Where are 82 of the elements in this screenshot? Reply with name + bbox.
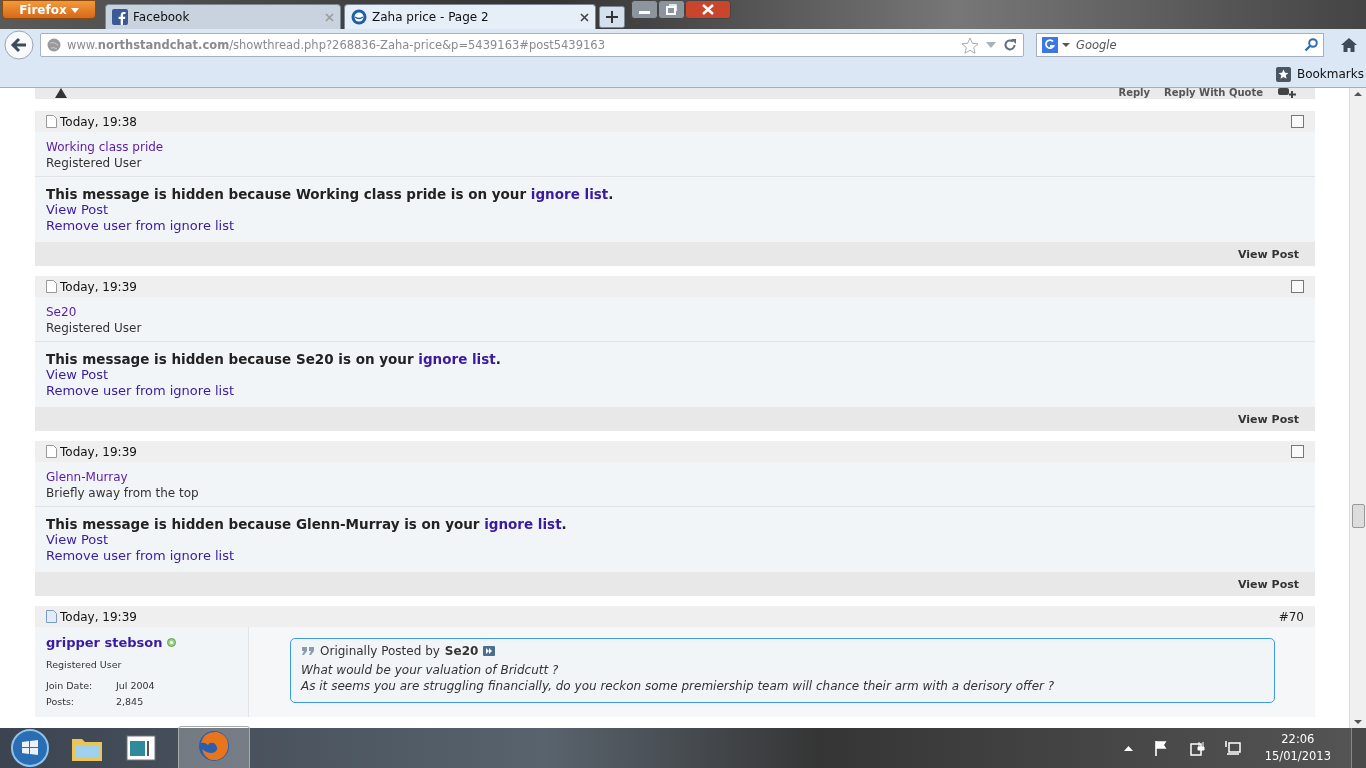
post-date: Today, 19:39	[60, 279, 137, 294]
browser-tab[interactable]: Facebook	[105, 4, 341, 29]
username-link[interactable]: Glenn-Murray	[46, 469, 128, 485]
letter-g-icon	[1042, 37, 1058, 53]
flag-icon[interactable]	[1152, 740, 1169, 756]
reload-icon[interactable]	[1003, 38, 1017, 52]
post-date: Today, 19:38	[60, 114, 137, 129]
user-title: Registered User	[46, 320, 143, 336]
toolbar-link[interactable]: Reply	[1118, 88, 1151, 98]
home-icon[interactable]	[1340, 37, 1358, 53]
remove-from-ignore-link[interactable]: Remove user from ignore list	[46, 218, 235, 234]
view-post-link[interactable]: View Post	[46, 202, 109, 218]
view-post-link[interactable]: View Post	[46, 532, 109, 548]
quote-attribution: Originally Posted by	[320, 644, 440, 658]
document-icon	[46, 610, 57, 623]
up-arrow-icon[interactable]	[1123, 745, 1133, 751]
browser-tab[interactable]: Zaha price - Page 2	[344, 4, 596, 29]
bookmarks-button[interactable]: Bookmarks	[1275, 66, 1366, 82]
tab-title: Facebook	[133, 10, 191, 24]
star-icon	[1275, 66, 1291, 82]
caret-icon	[70, 7, 79, 14]
post-date: Today, 19:39	[60, 609, 137, 624]
checkbox[interactable]	[1291, 445, 1304, 458]
globe-icon	[47, 38, 61, 52]
quote-text: What would be your valuation of Bridcutt ?	[301, 662, 559, 678]
username-link[interactable]: Se20	[46, 304, 77, 320]
user-title: Briefly away from the top	[46, 485, 200, 501]
window-preview-icon[interactable]	[124, 733, 158, 763]
letter-f-icon	[112, 9, 128, 25]
post-date: Today, 19:39	[60, 444, 137, 459]
dropdown-arrow-icon[interactable]	[1062, 42, 1070, 48]
user-title: Registered User	[46, 155, 143, 171]
document-icon	[46, 115, 57, 128]
close-icon[interactable]	[580, 12, 589, 22]
toolbar-link[interactable]: Reply With Quote	[1164, 88, 1263, 98]
quote-marks-icon	[301, 646, 315, 656]
quote-text: As it seems you are struggling financially, do you reckon some premiership team will chance their arm with a derisory offer ?	[301, 678, 1055, 694]
document-icon	[46, 280, 57, 293]
speech-bubble-plus-icon[interactable]	[1277, 88, 1297, 99]
network-icon[interactable]	[1224, 740, 1241, 756]
detail-value: 2,845	[116, 695, 144, 709]
tab-title: Zaha price - Page 2	[372, 10, 490, 24]
remove-from-ignore-link[interactable]: Remove user from ignore list	[46, 548, 235, 564]
search-field[interactable]: Google	[1036, 33, 1324, 57]
document-icon	[46, 445, 57, 458]
ignore-list-link[interactable]: ignore list	[418, 351, 496, 367]
search-icon[interactable]	[1304, 38, 1318, 52]
detail-value: Jul 2004	[116, 679, 155, 693]
address-field[interactable]: www.northstandchat.com/showthread.php?268836-Zaha-price&p=5439163#post5439163	[40, 33, 1024, 57]
user-title: Registered User	[46, 659, 122, 670]
clock-date: 15/01/2013	[1264, 748, 1331, 765]
checkbox[interactable]	[1291, 115, 1304, 128]
hidden-message-text: This message is hidden because Se20 is on your ignore list.	[46, 351, 501, 367]
quote-author: Se20	[444, 644, 479, 658]
view-post-link[interactable]: View Post	[1238, 247, 1299, 261]
hidden-message-text: This message is hidden because Glenn-Murray is on your ignore list.	[46, 516, 567, 532]
view-post-link[interactable]: View Post	[1238, 412, 1299, 426]
ignore-list-link[interactable]: ignore list	[530, 186, 609, 202]
detail-label: Posts:	[46, 695, 76, 709]
checkbox[interactable]	[1291, 280, 1304, 293]
scrollbar-thumb[interactable]	[1352, 504, 1365, 528]
detail-label: Join Date:	[46, 679, 94, 693]
view-post-link[interactable]: View Post	[46, 367, 109, 383]
round-badge-icon	[351, 9, 367, 25]
view-post-link[interactable]: View Post	[1238, 577, 1299, 591]
close-icon[interactable]	[685, 0, 731, 19]
remove-from-ignore-link[interactable]: Remove user from ignore list	[46, 383, 235, 399]
restore-icon[interactable]	[658, 0, 685, 19]
vertical-scrollbar[interactable]	[1349, 88, 1366, 728]
ignore-list-link[interactable]: ignore list	[484, 516, 562, 532]
username-link[interactable]: Working class pride	[46, 139, 164, 155]
hidden-message-text: This message is hidden because Working class pride is on your ignore list.	[46, 186, 614, 202]
view-post-arrow-icon[interactable]	[483, 646, 496, 656]
clock-time: 22:06	[1281, 731, 1315, 748]
power-plug-icon[interactable]	[1188, 740, 1205, 756]
star-icon[interactable]	[961, 36, 979, 54]
minimize-icon[interactable]	[631, 0, 658, 19]
username-link[interactable]: gripper stebson	[46, 635, 163, 650]
post-number-link[interactable]: #70	[1278, 609, 1304, 624]
new-tab-icon[interactable]	[599, 5, 625, 28]
start-button[interactable]	[10, 728, 50, 768]
taskbar-clock[interactable]: 22:06 15/01/2013	[1264, 731, 1331, 765]
